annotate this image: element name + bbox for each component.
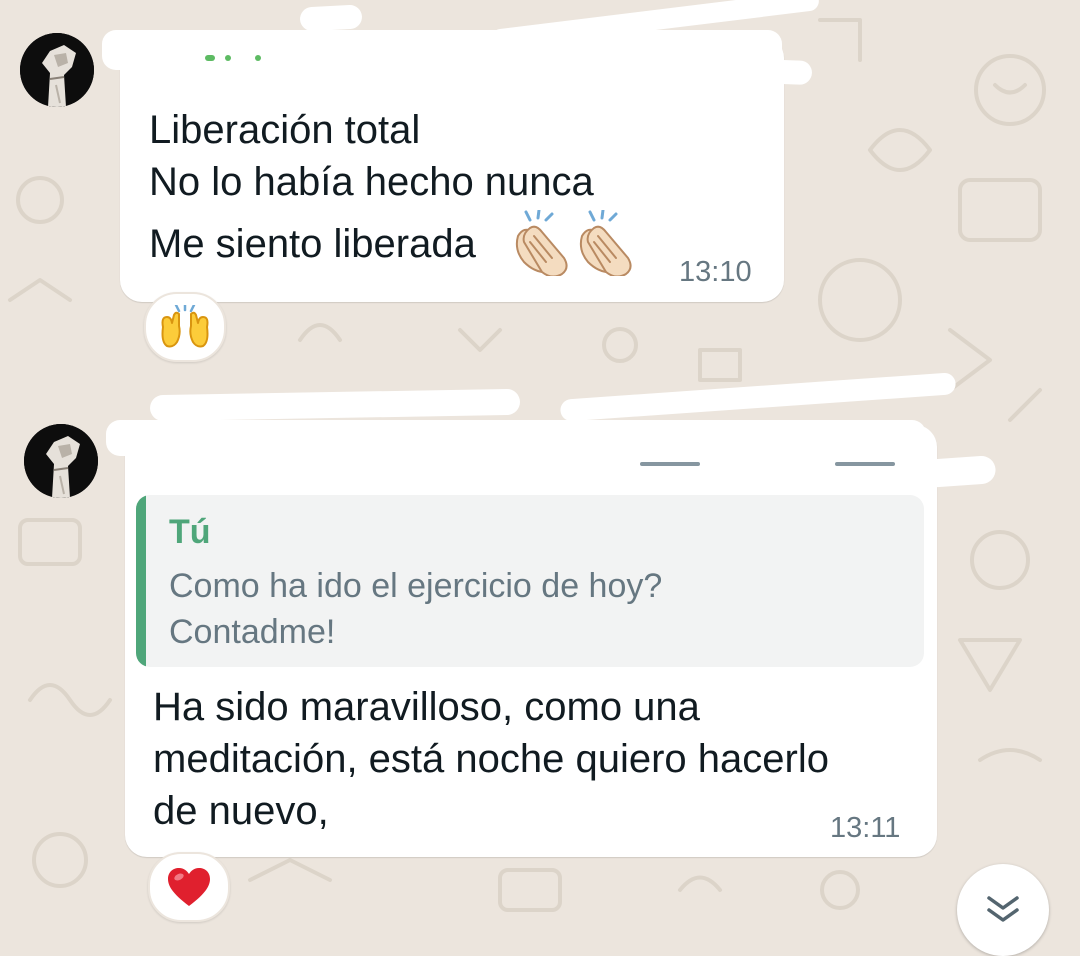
sender-name-remnant	[640, 462, 700, 466]
redaction-mark	[299, 4, 363, 32]
message-text-line: de nuevo,	[153, 789, 329, 833]
contact-avatar[interactable]	[24, 424, 98, 498]
contact-avatar[interactable]	[20, 33, 94, 107]
avatar-figure-icon	[20, 33, 94, 107]
clapping-hands-emoji	[515, 210, 568, 276]
message-timestamp: 13:11	[830, 812, 901, 844]
avatar-figure-icon	[24, 424, 98, 498]
message-text-line: Ha sido maravilloso, como una	[153, 685, 700, 729]
quote-author: Tú	[169, 513, 211, 551]
raising-hands-icon	[161, 305, 209, 348]
message-text-line: meditación, está noche quiero hacerlo	[153, 737, 829, 781]
scroll-to-bottom-button[interactable]	[957, 864, 1049, 956]
quote-text-line: Contadme!	[169, 613, 336, 651]
message-text-line: Me siento liberada	[149, 222, 476, 266]
message-timestamp: 13:10	[679, 256, 752, 288]
sender-name-remnant	[205, 55, 215, 61]
double-chevron-down-icon	[987, 896, 1019, 922]
quote-accent-bar	[136, 495, 146, 667]
reaction-chip[interactable]	[144, 292, 226, 362]
quoted-message[interactable]: Tú Como ha ido el ejercicio de hoy? Cont…	[136, 495, 924, 667]
message-text-line: Liberación total	[149, 108, 421, 152]
clapping-hands-emoji	[579, 210, 632, 276]
message-text-line: No lo había hecho nunca	[149, 160, 594, 204]
sender-name-remnant	[255, 55, 261, 61]
quote-text-line: Como ha ido el ejercicio de hoy?	[169, 567, 663, 605]
reaction-chip[interactable]	[148, 852, 230, 922]
sender-name-remnant	[225, 55, 231, 61]
red-heart-icon	[168, 868, 210, 906]
sender-name-remnant	[835, 462, 895, 466]
redaction-mark	[106, 420, 926, 456]
